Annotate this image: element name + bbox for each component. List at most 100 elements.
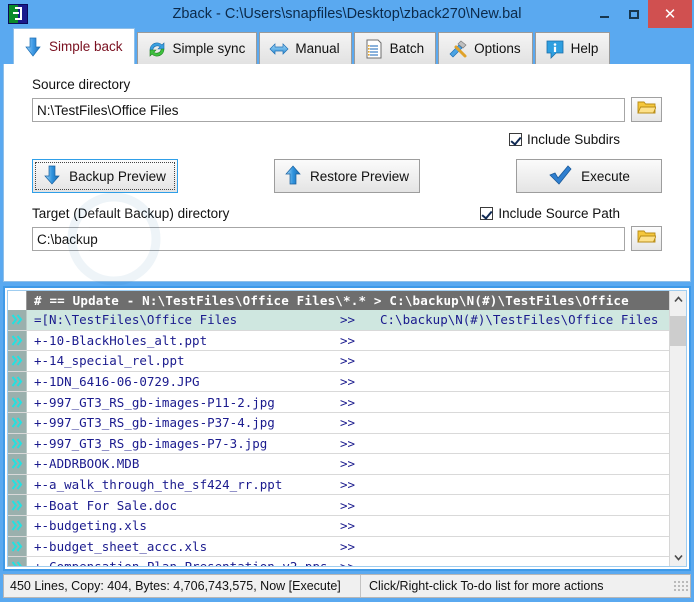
todo-list-row[interactable]: +-997_GT3_RS_gb-images-P7-3.jpg >> — [8, 433, 669, 455]
check-icon — [548, 164, 572, 189]
todo-list-row[interactable]: +-10-BlackHoles_alt.ppt >> — [8, 330, 669, 352]
todo-list-columns: # == Update - N:\TestFiles\Office Files\… — [8, 291, 669, 566]
checkbox-checked-icon[interactable] — [480, 207, 494, 220]
tools-icon — [447, 38, 469, 60]
close-button[interactable]: ✕ — [648, 0, 692, 28]
todo-list-row[interactable]: +-997_GT3_RS_gb-images-P11-2.jpg >> — [8, 392, 669, 413]
scrollbar-track[interactable] — [669, 308, 686, 549]
status-bar: 450 Lines, Copy: 404, Bytes: 4,706,743,5… — [3, 574, 691, 598]
todo-list[interactable]: # == Update - N:\TestFiles\Office Files\… — [7, 290, 687, 567]
arrow-up-icon — [285, 164, 301, 189]
include-source-path-checkbox[interactable]: Include Source Path — [480, 206, 620, 221]
tab-simple-sync[interactable]: Simple sync — [136, 32, 258, 64]
tab-label: Simple sync — [172, 41, 246, 56]
tab-strip: Simple back Simple sync Manual Batch Opt… — [3, 28, 691, 64]
header-gutter — [8, 291, 27, 310]
double-chevron-right-icon[interactable] — [8, 371, 27, 392]
target-directory-input[interactable]: C:\backup — [32, 226, 625, 251]
source-directory-input[interactable]: N:\TestFiles\Office Files — [32, 97, 625, 122]
execute-button[interactable]: Execute — [516, 159, 662, 193]
checkbox-checked-icon[interactable] — [508, 133, 522, 146]
restore-preview-button[interactable]: Restore Preview — [274, 159, 420, 193]
tab-help[interactable]: Help — [534, 32, 611, 64]
header-text: # == Update - N:\TestFiles\Office Files\… — [34, 293, 629, 308]
tab-options[interactable]: Options — [438, 32, 533, 64]
status-left: 450 Lines, Copy: 404, Bytes: 4,706,743,5… — [4, 575, 361, 597]
include-subdirs-label: Include Subdirs — [526, 132, 620, 147]
app-window: Zback - C:\Users\snapfiles\Desktop\zback… — [0, 0, 694, 602]
todo-list-rows: =[N:\TestFiles\Office Files >> C:\backup\N… — [8, 310, 669, 566]
double-chevron-right-icon[interactable] — [8, 392, 27, 412]
maximize-button[interactable] — [619, 0, 648, 28]
target-directory-label: Target (Default Backup) directory — [32, 206, 230, 221]
tab-simple-back[interactable]: Simple back — [13, 28, 135, 64]
arrow-down-icon — [44, 164, 60, 189]
todo-row-arrow: >> — [334, 559, 380, 566]
todo-row-arrow: >> — [340, 518, 356, 534]
status-right: Click/Right-click To-do list for more ac… — [361, 575, 690, 597]
todo-list-row[interactable]: +-Compensation_Plan_Presentation_v2.pps>… — [8, 557, 669, 566]
status-right-text: Click/Right-click To-do list for more ac… — [369, 579, 604, 593]
double-chevron-right-icon[interactable] — [8, 536, 27, 557]
scrollbar-thumb[interactable] — [669, 316, 686, 346]
double-chevron-right-icon[interactable] — [8, 515, 27, 536]
chevron-down-icon[interactable] — [670, 549, 687, 566]
double-chevron-right-icon[interactable] — [8, 474, 27, 495]
double-chevron-right-icon[interactable] — [8, 351, 27, 371]
todo-list-row[interactable]: +-budgeting.xls >> — [8, 515, 669, 537]
double-chevron-right-icon[interactable] — [8, 454, 27, 474]
todo-row-arrow: >> — [340, 332, 356, 348]
info-icon — [544, 38, 566, 60]
todo-list-row[interactable]: =[N:\TestFiles\Office Files >> C:\backup\N… — [8, 310, 669, 331]
todo-row-name: +-10-BlackHoles_alt.ppt — [34, 332, 208, 348]
target-browse-button[interactable] — [631, 226, 662, 251]
source-label-row: Source directory — [4, 64, 690, 92]
todo-list-row[interactable]: +-a_walk_through_the_sf424_rr.ppt >> — [8, 474, 669, 496]
todo-row-arrow: >> — [340, 415, 356, 431]
resize-grip-icon[interactable] — [674, 579, 688, 593]
chevron-up-icon[interactable] — [670, 291, 687, 308]
tab-label: Batch — [389, 41, 425, 56]
double-chevron-right-icon[interactable] — [8, 557, 27, 566]
double-chevron-right-icon[interactable] — [8, 495, 27, 515]
todo-row-name: +-14_special_rel.ppt — [34, 353, 185, 369]
double-chevron-right-icon[interactable] — [8, 310, 27, 330]
tab-manual[interactable]: Manual — [259, 32, 352, 64]
button-label: Backup Preview — [69, 168, 166, 184]
todo-row-name: +-1DN_6416-06-0729.JPG — [34, 374, 200, 390]
minimize-button[interactable] — [590, 0, 619, 28]
todo-row-name: +-a_walk_through_the_sf424_rr.ppt — [34, 477, 283, 493]
tab-batch[interactable]: Batch — [353, 32, 437, 64]
title-bar[interactable]: Zback - C:\Users\snapfiles\Desktop\zback… — [0, 0, 694, 28]
todo-list-panel: # == Update - N:\TestFiles\Office Files\… — [3, 286, 691, 571]
tab-label: Simple back — [49, 39, 123, 54]
todo-row-name: +-ADDRBOOK.MDB — [34, 456, 140, 472]
todo-list-row[interactable]: +-1DN_6416-06-0729.JPG >> — [8, 371, 669, 393]
document-list-icon — [363, 38, 385, 60]
tab-label: Options — [474, 41, 521, 56]
double-chevron-right-icon[interactable] — [8, 433, 27, 454]
todo-row-name: +-997_GT3_RS_gb-images-P7-3.jpg — [34, 435, 268, 451]
sync-icon — [146, 38, 168, 60]
todo-list-row[interactable]: +-ADDRBOOK.MDB >> — [8, 454, 669, 475]
backup-preview-button[interactable]: Backup Preview — [32, 159, 178, 193]
todo-list-row[interactable]: +-budget_sheet_accc.xls >> — [8, 536, 669, 558]
todo-list-row[interactable]: +-Boat For Sale.doc >> — [8, 495, 669, 516]
double-chevron-right-icon[interactable] — [8, 330, 27, 351]
todo-row-destination: C:\backup\N(#)\TestFiles\Office Files — [380, 312, 659, 328]
zback-app-icon[interactable] — [8, 4, 28, 24]
source-browse-button[interactable] — [631, 97, 662, 122]
todo-list-row[interactable]: +-14_special_rel.ppt >> — [8, 351, 669, 372]
todo-list-header: # == Update - N:\TestFiles\Office Files\… — [8, 291, 669, 310]
folder-icon — [637, 99, 657, 120]
tab-label: Help — [570, 41, 599, 56]
vertical-scrollbar[interactable] — [669, 291, 686, 566]
arrow-down-icon — [22, 36, 44, 58]
left-right-arrow-icon — [268, 38, 290, 60]
todo-list-row[interactable]: +-997_GT3_RS_gb-images-P37-4.jpg >> — [8, 412, 669, 434]
include-source-path-label: Include Source Path — [498, 206, 620, 221]
todo-row-arrow: >> — [340, 497, 356, 513]
include-subdirs-checkbox[interactable]: Include Subdirs — [508, 132, 620, 147]
double-chevron-right-icon[interactable] — [8, 412, 27, 433]
todo-row-name: +-997_GT3_RS_gb-images-P11-2.jpg — [34, 394, 275, 410]
